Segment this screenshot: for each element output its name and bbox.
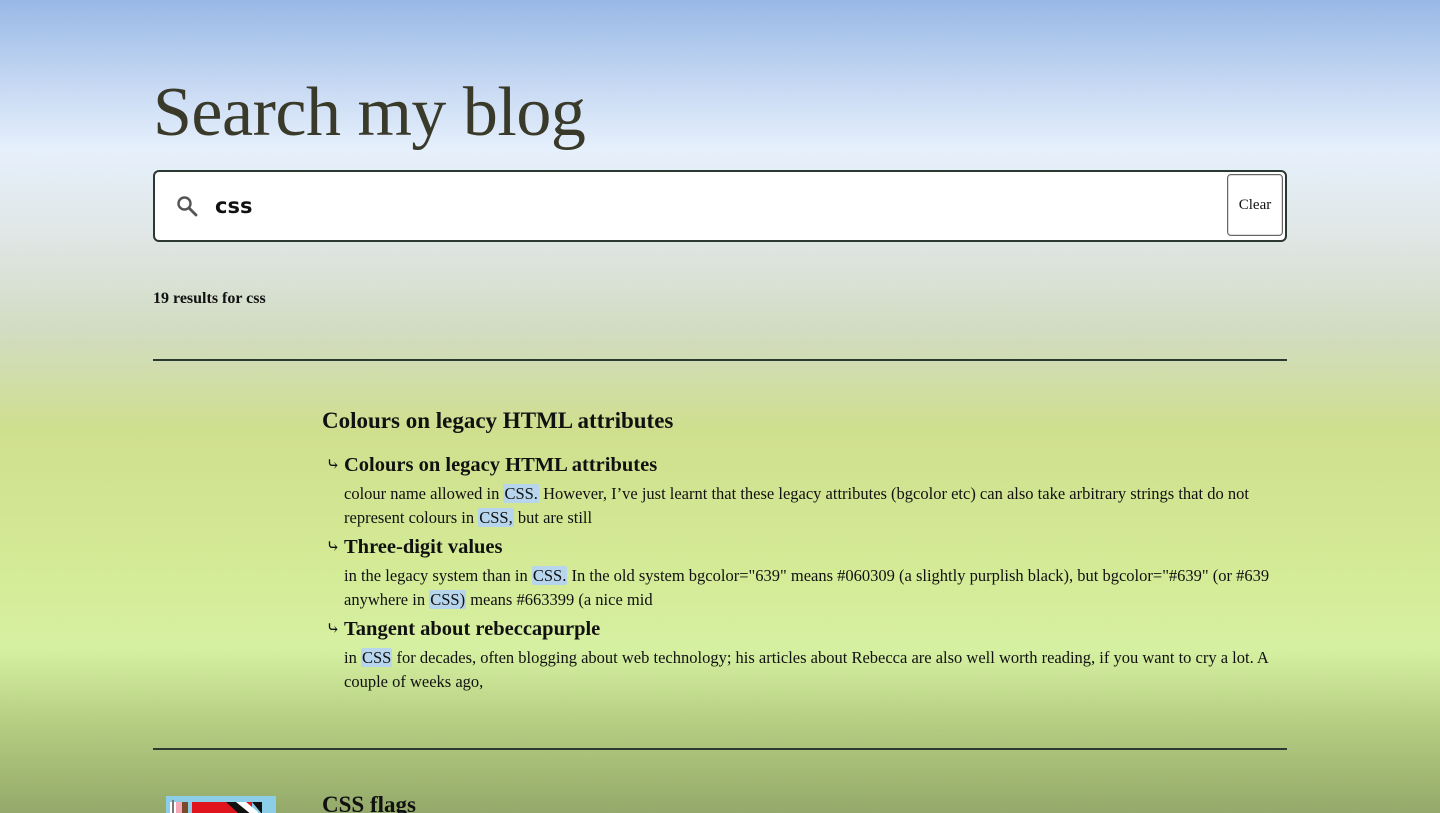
result-section: ⤷ Tangent about rebeccapurple in CSS for d… [322,616,1282,694]
section-heading-text[interactable]: Three-digit values [344,536,503,558]
section-heading[interactable]: ⤷ Colours on legacy HTML attributes [322,452,1282,482]
result-title[interactable]: CSS flags [322,792,416,813]
result-section: ⤷ Three-digit values in the legacy system … [322,534,1282,612]
section-snippet: in CSS for decades, often blogging about… [344,646,1282,694]
results-count: 19 results for css [153,290,266,307]
section-heading-text[interactable]: Colours on legacy HTML attributes [344,454,657,476]
result-section: ⤷ Colours on legacy HTML attributes colour… [322,452,1282,530]
section-snippet: colour name allowed in CSS. However, I’v… [344,482,1282,530]
sub-arrow-icon: ⤷ [325,455,341,474]
search-highlight: CSS. [503,484,539,503]
search-highlight: CSS. [531,566,568,585]
snippet-text: but are still [513,508,593,527]
snippet-text: means #663399 (a nice mid [466,590,653,609]
result-title-link[interactable]: CSS flags [322,792,416,813]
search-box: Clear [153,170,1287,242]
result-divider [153,359,1287,361]
page-title: Search my blog [153,74,586,151]
search-icon [177,196,198,217]
section-snippet: in the legacy system than in CSS. In the… [344,564,1282,612]
snippet-text: in [344,648,361,667]
result-thumbnail[interactable] [166,796,276,813]
clear-button[interactable]: Clear [1227,174,1283,236]
section-heading[interactable]: ⤷ Three-digit values [322,534,1282,564]
result-title[interactable]: Colours on legacy HTML attributes [322,408,673,434]
search-highlight: CSS) [429,590,467,609]
result-title-link[interactable]: Colours on legacy HTML attributes [322,408,673,433]
search-input[interactable] [215,186,1115,226]
search-highlight: CSS, [478,508,514,527]
result-sections: ⤷ Colours on legacy HTML attributes colour… [322,452,1282,698]
section-heading-text[interactable]: Tangent about rebeccapurple [344,618,600,640]
snippet-text: colour name allowed in [344,484,504,503]
snippet-text: in the legacy system than in [344,566,532,585]
result-divider [153,748,1287,750]
sub-arrow-icon: ⤷ [325,537,341,556]
sub-arrow-icon: ⤷ [325,619,341,638]
section-heading[interactable]: ⤷ Tangent about rebeccapurple [322,616,1282,646]
search-highlight: CSS [360,648,393,667]
css-flags-thumbnail-image [166,796,276,813]
snippet-text: for decades, often blogging about web te… [344,648,1268,691]
